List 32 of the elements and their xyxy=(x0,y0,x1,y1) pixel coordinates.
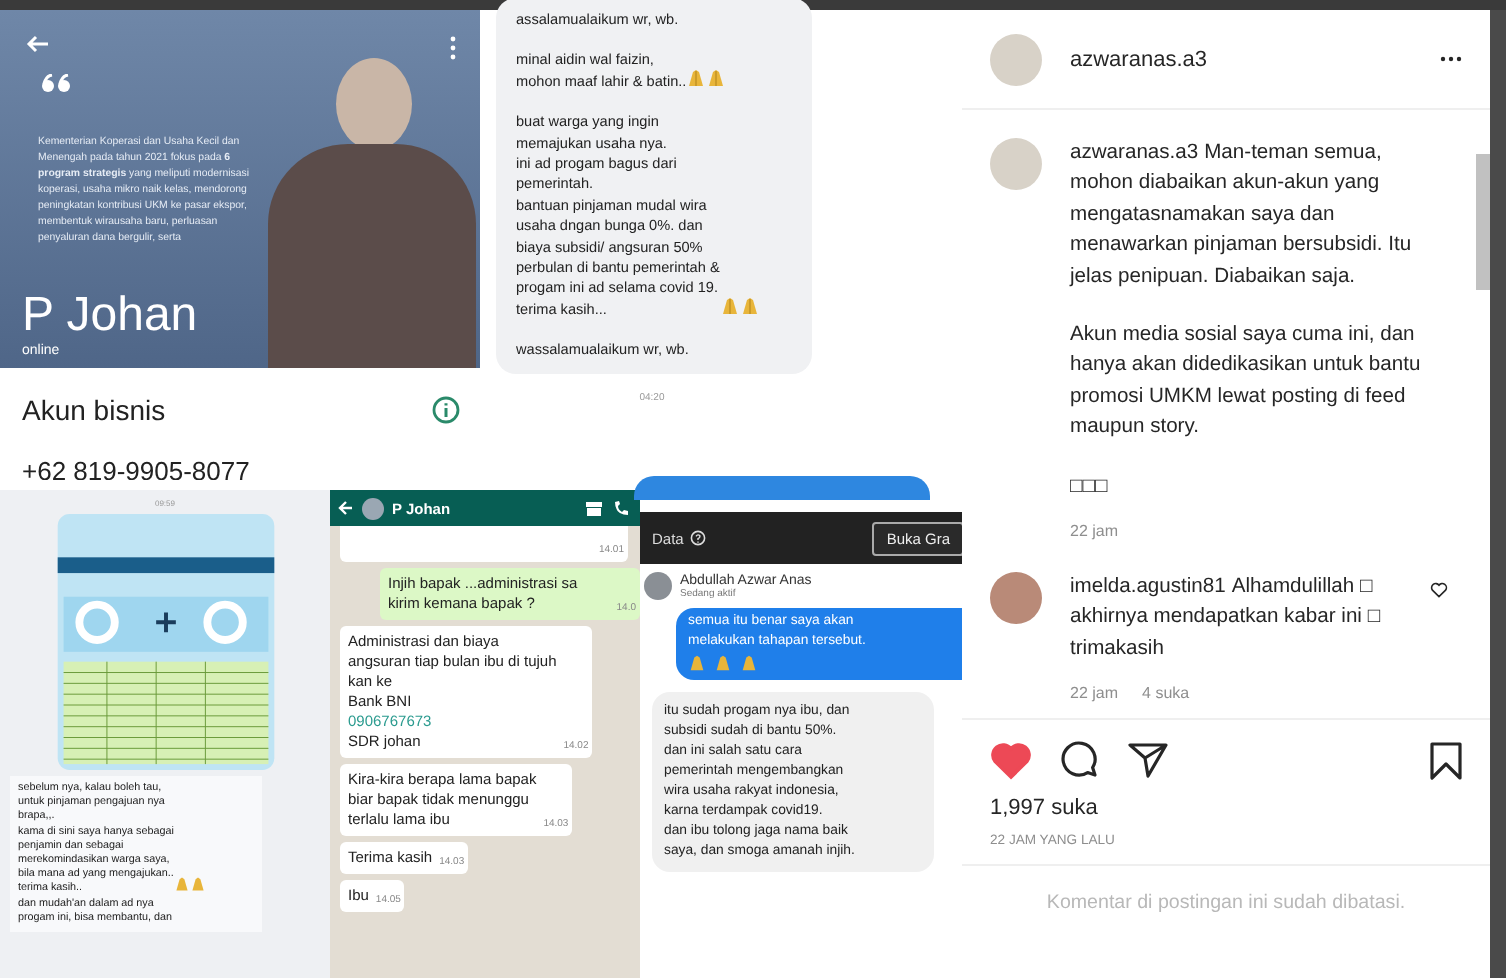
praying-hands-icon xyxy=(719,295,740,316)
help-icon[interactable] xyxy=(689,530,706,546)
comment-text: imelda.agustin81 Alhamdulillah □ akhirnya mendapatkan kabar ini □ trimakasih xyxy=(1070,574,1383,664)
store-icon[interactable] xyxy=(584,499,604,517)
quote-icon xyxy=(40,74,72,94)
bookmark-icon[interactable] xyxy=(1430,741,1462,779)
username[interactable]: azwaranas.a3 xyxy=(1070,47,1440,71)
back-arrow-icon[interactable] xyxy=(26,34,50,54)
contact-name: P Johan xyxy=(22,290,198,342)
comments-disabled-notice: Komentar di postingan ini sudah dibatasi. xyxy=(1044,890,1408,914)
heart-icon[interactable] xyxy=(1430,582,1448,599)
share-icon[interactable] xyxy=(1128,742,1168,778)
comment-time: 22 jam xyxy=(1070,522,1119,541)
praying-hands-icon xyxy=(739,295,760,316)
back-arrow-icon[interactable] xyxy=(338,500,354,516)
comment-text: azwaranas.a3 Man-teman semua, mohon diabaikan akun-akun yang mengatasnamakan saya dan menawarkan pinjaman bersubsidi. Itu jelas penipuan. Diabaikan saja. xyxy=(1070,140,1414,292)
praying-hands-icon xyxy=(706,67,727,88)
avatar[interactable] xyxy=(990,572,1042,625)
like-count[interactable]: 1,997 suka xyxy=(962,780,1490,820)
praying-hands-icon xyxy=(686,67,707,88)
comment-text: Akun media sosial saya cuma ini, dan hanya akan didedikasikan untuk bantu promosi UMKM lewat posting di feed maupun story. xyxy=(1070,322,1423,443)
add-call-icon[interactable] xyxy=(612,498,632,518)
phone-number: +62 819-9905-8077 xyxy=(22,458,252,480)
comment-text: □□□ xyxy=(1070,473,1110,502)
comment-icon[interactable] xyxy=(1060,740,1100,780)
more-icon[interactable] xyxy=(1440,56,1462,62)
avatar xyxy=(644,572,672,600)
scrollbar[interactable] xyxy=(1476,154,1490,290)
comment-time: 22 jam xyxy=(1070,684,1119,703)
info-icon[interactable] xyxy=(432,396,460,424)
section-title: Akun bisnis xyxy=(22,394,166,426)
avatar xyxy=(362,497,384,519)
